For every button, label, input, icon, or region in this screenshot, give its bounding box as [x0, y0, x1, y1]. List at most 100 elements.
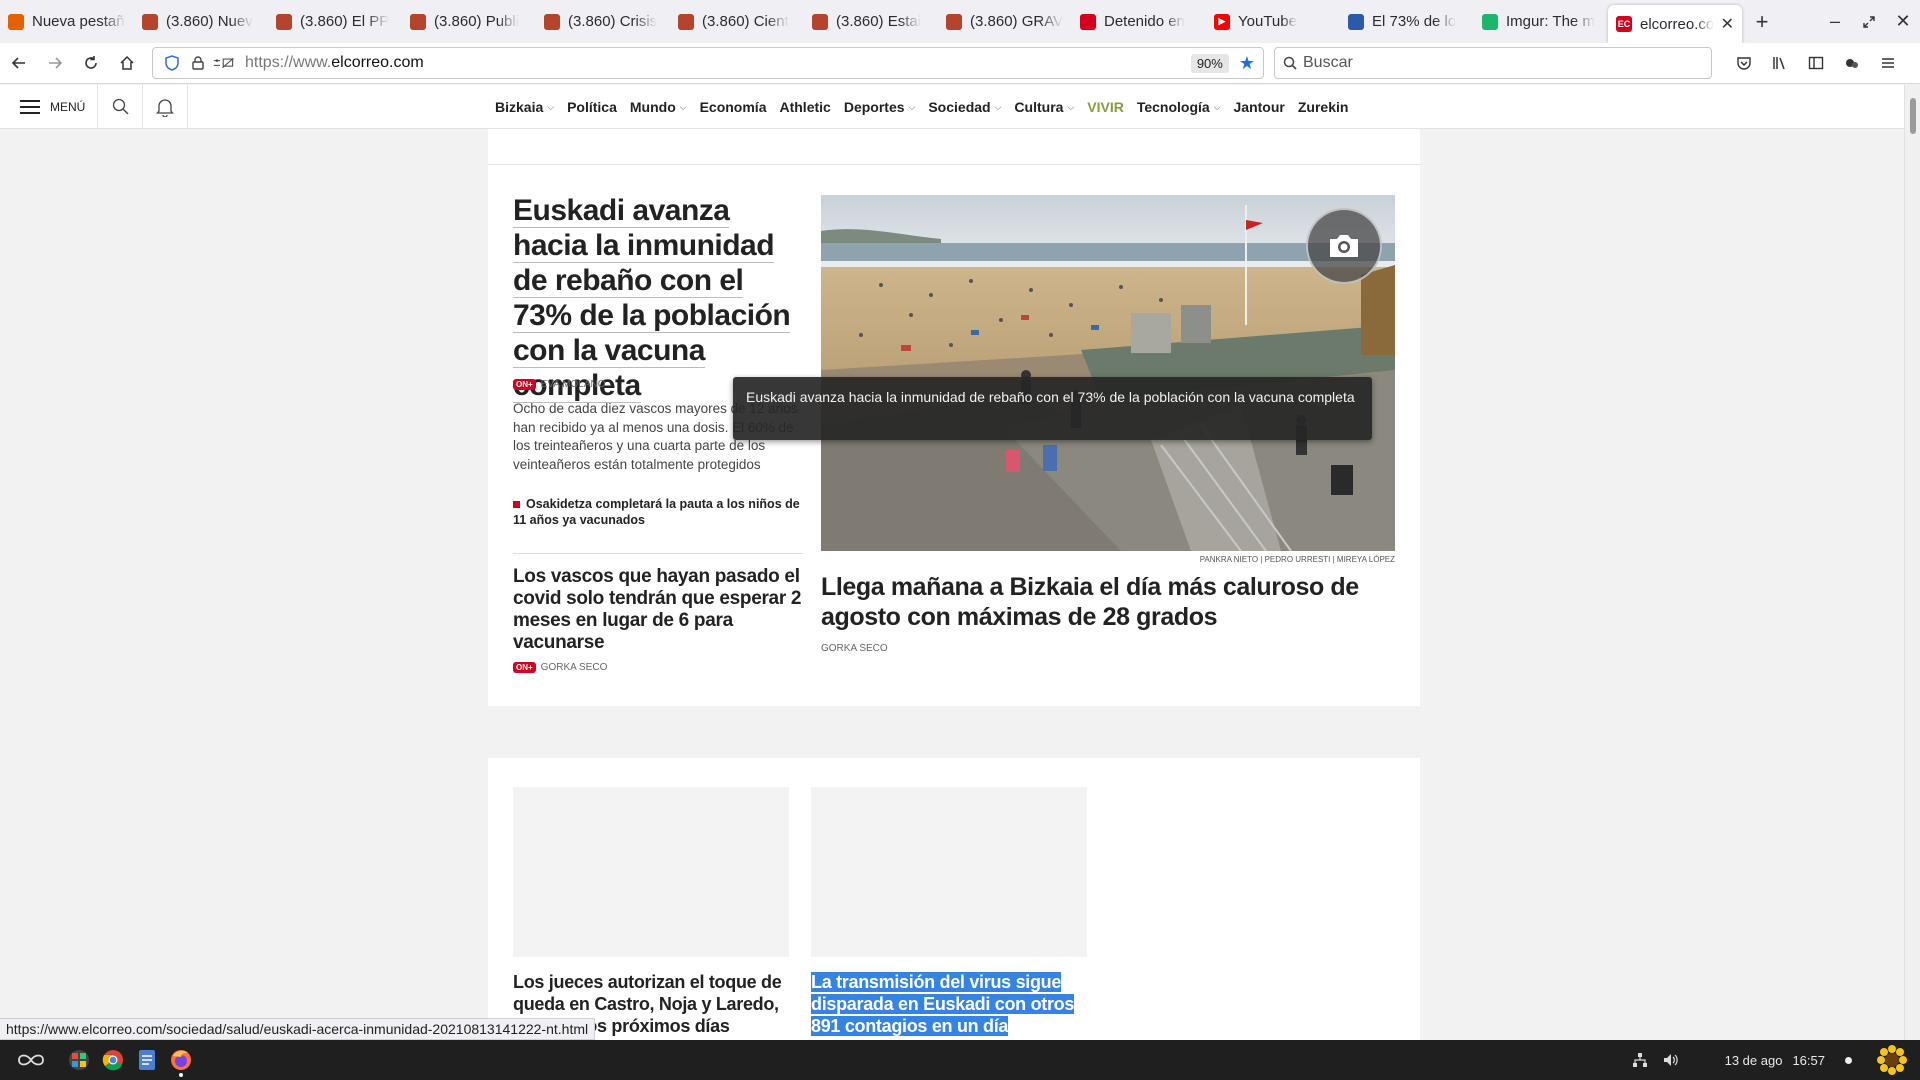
- address-bar[interactable]: https://www.elcorreo.com 90% ★: [152, 47, 1264, 79]
- section-link[interactable]: Bizkaia ⌵: [495, 99, 554, 115]
- browser-tab[interactable]: El 73% de lo: [1340, 0, 1474, 43]
- tab-title: Nueva pestaña: [32, 13, 126, 30]
- extensions-button[interactable]: [1834, 46, 1870, 80]
- site-header: MENÚ Bizkaia ⌵ Política Mundo ⌵ Economía Athle…: [0, 84, 1904, 129]
- minimize-button[interactable]: –: [1818, 0, 1852, 43]
- news-icon: [1080, 13, 1096, 30]
- browser-tab[interactable]: Imgur: The m: [1474, 0, 1608, 43]
- browser-tab-active[interactable]: EC elcorreo.co ✕: [1608, 5, 1742, 43]
- hero-photo[interactable]: [821, 195, 1395, 551]
- lead-headline-text[interactable]: Euskadi avanza hacia la inmunidad de reb…: [513, 194, 791, 403]
- back-button[interactable]: [2, 46, 36, 80]
- article-headline-selected[interactable]: La transmisión del virus sigue disparada…: [811, 971, 1087, 1037]
- author-name[interactable]: GORKA SECO: [541, 662, 608, 673]
- search-icon: [1283, 56, 1297, 70]
- author-name[interactable]: GORKA SECO: [821, 643, 888, 654]
- lead-byline: on+ EVA MOLANO: [513, 379, 606, 390]
- section-link[interactable]: Política: [567, 99, 617, 115]
- browser-tab[interactable]: (3.860) GRAV: [938, 0, 1072, 43]
- gallery-button[interactable]: [1306, 208, 1382, 284]
- forum-icon: [946, 13, 962, 30]
- taskbar-app[interactable]: [96, 1043, 130, 1077]
- secondary-headline[interactable]: Los vascos que hayan pasado el covid sol…: [513, 566, 803, 654]
- author-name[interactable]: EVA MOLANO: [541, 379, 606, 390]
- selected-text[interactable]: La transmisión del virus sigue disparada…: [811, 972, 1074, 1036]
- tracking-shield-icon[interactable]: [161, 55, 183, 71]
- related-link-text[interactable]: Osakidetza completará la pauta a los niñ…: [513, 497, 800, 527]
- browser-tab[interactable]: (3.860) Estai: [804, 0, 938, 43]
- taskbar-app[interactable]: [130, 1043, 164, 1077]
- system-tray: 13 de ago 16:57: [1625, 1040, 1920, 1080]
- section-link[interactable]: Cultura ⌵: [1014, 99, 1074, 115]
- site-search-button[interactable]: [98, 84, 143, 129]
- volume-icon[interactable]: [1655, 1052, 1685, 1068]
- browser-tab[interactable]: ▶ YouTube: [1206, 0, 1340, 43]
- related-link[interactable]: Osakidetza completará la pauta a los niñ…: [513, 496, 803, 528]
- hero-headline[interactable]: Llega mañana a Bizkaia el día más caluro…: [821, 572, 1395, 632]
- search-bar[interactable]: Buscar: [1274, 47, 1712, 79]
- section-link[interactable]: Tecnología ⌵: [1137, 99, 1221, 115]
- browser-tab[interactable]: Detenido en: [1072, 0, 1206, 43]
- section-link[interactable]: Deportes ⌵: [844, 99, 916, 115]
- close-tab-icon[interactable]: ✕: [1721, 14, 1734, 34]
- forward-button[interactable]: [38, 46, 72, 80]
- forum-icon: [678, 13, 694, 30]
- section-link[interactable]: Economía: [700, 99, 767, 115]
- section-link[interactable]: VIVIR: [1087, 99, 1124, 115]
- extensions-icon: [1846, 59, 1858, 68]
- zoom-level-button[interactable]: 90%: [1190, 53, 1229, 73]
- close-window-button[interactable]: ✕: [1886, 0, 1920, 43]
- network-icon[interactable]: [1625, 1052, 1655, 1068]
- browser-tab[interactable]: (3.860) Publi: [402, 0, 536, 43]
- browser-tab[interactable]: Nueva pestaña: [0, 0, 134, 43]
- back-arrow-icon: [11, 57, 25, 69]
- section-label: Bizkaia: [495, 99, 544, 115]
- section-link[interactable]: Zurekin: [1298, 99, 1349, 115]
- color-grid-icon: [69, 1050, 89, 1070]
- taskbar-app-firefox[interactable]: [164, 1043, 198, 1077]
- start-menu-button[interactable]: [0, 1053, 62, 1067]
- article-thumbnail[interactable]: [513, 787, 789, 957]
- sidebar-icon: [1808, 56, 1824, 70]
- section-link[interactable]: Jantour: [1234, 99, 1285, 115]
- permissions-icon[interactable]: [213, 56, 235, 70]
- chevron-down-icon: ⌵: [1067, 101, 1075, 112]
- notification-dot[interactable]: [1845, 1056, 1852, 1064]
- tab-title: YouTube: [1238, 13, 1297, 30]
- tab-title: (3.860) El PP: [300, 13, 390, 30]
- new-tab-button[interactable]: +: [1742, 9, 1782, 35]
- section-label: Jantour: [1233, 99, 1285, 115]
- section-link[interactable]: Mundo ⌵: [630, 99, 687, 115]
- tab-title: Imgur: The m: [1506, 13, 1595, 30]
- url-text[interactable]: https://www.elcorreo.com: [245, 54, 1191, 72]
- bookmark-star-icon[interactable]: ★: [1239, 53, 1255, 74]
- site-menu-button[interactable]: MENÚ: [0, 84, 98, 129]
- premium-badge: on+: [513, 379, 536, 390]
- article-thumbnail[interactable]: [811, 787, 1087, 957]
- browser-tab[interactable]: (3.860) El PP: [268, 0, 402, 43]
- section-link[interactable]: Sociedad ⌵: [928, 99, 1001, 115]
- page-scrollbar[interactable]: [1904, 85, 1920, 1040]
- app-menu-button[interactable]: [1870, 46, 1906, 80]
- sidebar-button[interactable]: [1798, 46, 1834, 80]
- lock-icon[interactable]: [187, 56, 209, 70]
- section-label: Política: [567, 99, 617, 115]
- tab-title: El 73% de lo: [1372, 13, 1457, 30]
- browser-tab[interactable]: (3.860) Nuev: [134, 0, 268, 43]
- restore-button[interactable]: [1852, 0, 1886, 43]
- clock[interactable]: 13 de ago 16:57: [1725, 1053, 1825, 1068]
- scrollbar-thumb[interactable]: [1910, 98, 1916, 134]
- browser-tab[interactable]: (3.860) Cient: [670, 0, 804, 43]
- sunflower-icon[interactable]: [1872, 1040, 1912, 1080]
- pocket-button[interactable]: [1726, 46, 1762, 80]
- firefox-icon: [171, 1050, 191, 1070]
- browser-tab[interactable]: (3.860) Crisis: [536, 0, 670, 43]
- library-button[interactable]: [1762, 46, 1798, 80]
- divider: [488, 164, 1420, 165]
- reload-button[interactable]: [74, 46, 108, 80]
- section-link[interactable]: Athletic: [779, 99, 830, 115]
- lead-headline[interactable]: Euskadi avanza hacia la inmunidad de reb…: [513, 193, 803, 403]
- home-button[interactable]: [110, 46, 144, 80]
- taskbar-app[interactable]: [62, 1043, 96, 1077]
- notifications-button[interactable]: [143, 84, 188, 129]
